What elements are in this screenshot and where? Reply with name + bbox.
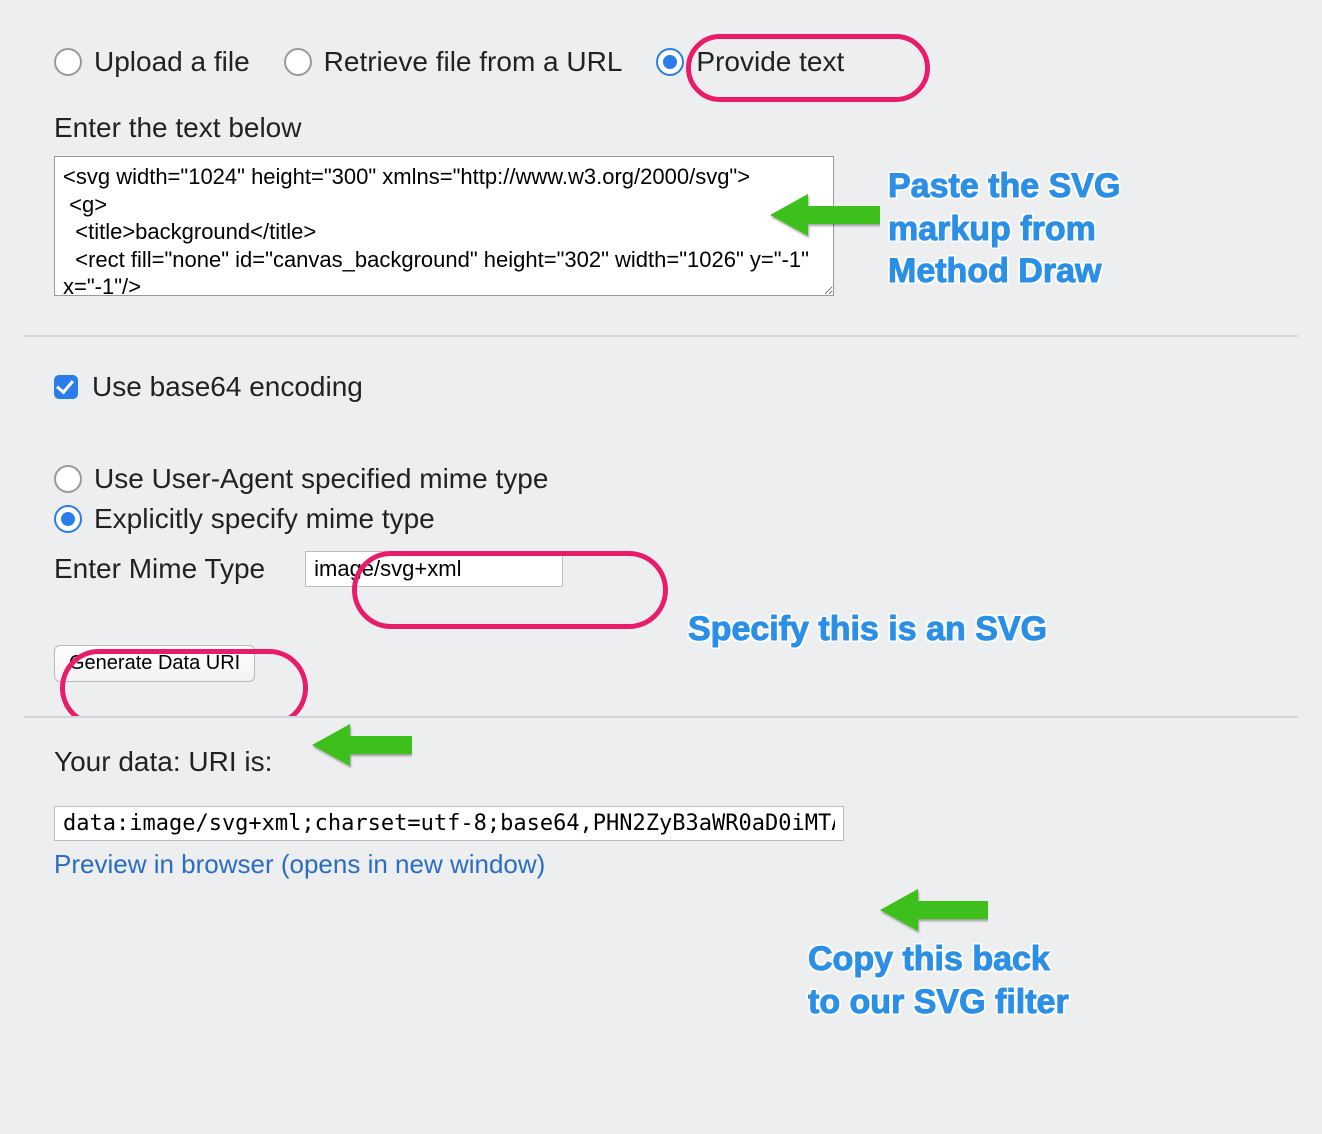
radio-label: Provide text <box>696 46 844 78</box>
mime-type-input[interactable] <box>305 551 563 587</box>
encoding-panel: Use base64 encoding Use User-Agent speci… <box>24 335 1298 716</box>
preview-link[interactable]: Preview in browser (opens in new window) <box>54 849 545 880</box>
radio-icon <box>54 465 82 493</box>
radio-user-agent-mime[interactable]: Use User-Agent specified mime type <box>54 463 1268 495</box>
radio-upload-file[interactable]: Upload a file <box>54 46 250 78</box>
radio-label: Explicitly specify mime type <box>94 503 435 535</box>
radio-icon <box>54 505 82 533</box>
radio-icon <box>54 48 82 76</box>
radio-icon <box>656 48 684 76</box>
radio-label: Use User-Agent specified mime type <box>94 463 548 495</box>
mime-row: Enter Mime Type <box>54 551 1268 587</box>
radio-retrieve-url[interactable]: Retrieve file from a URL <box>284 46 623 78</box>
svg-text-input[interactable] <box>54 156 834 296</box>
callout-copy-back: Copy this back to our SVG filter <box>808 938 1069 1023</box>
radio-icon <box>284 48 312 76</box>
radio-label: Retrieve file from a URL <box>324 46 623 78</box>
enter-text-label: Enter the text below <box>54 112 1268 144</box>
result-output[interactable] <box>54 806 844 841</box>
checkbox-label: Use base64 encoding <box>92 371 363 403</box>
mime-type-label: Enter Mime Type <box>54 553 265 585</box>
radio-explicit-mime[interactable]: Explicitly specify mime type <box>54 503 1268 535</box>
checkbox-base64[interactable]: Use base64 encoding <box>54 371 1268 403</box>
generate-button[interactable]: Generate Data URI <box>54 645 255 682</box>
result-label: Your data: URI is: <box>54 746 1268 778</box>
radio-label: Upload a file <box>94 46 250 78</box>
checkbox-icon <box>54 375 78 399</box>
radio-provide-text[interactable]: Provide text <box>656 46 844 78</box>
input-panel: Upload a file Retrieve file from a URL P… <box>24 10 1298 335</box>
source-radio-group: Upload a file Retrieve file from a URL P… <box>54 46 1268 78</box>
result-panel: Your data: URI is: Preview in browser (o… <box>24 716 1298 914</box>
mime-radio-group: Use User-Agent specified mime type Expli… <box>54 463 1268 535</box>
